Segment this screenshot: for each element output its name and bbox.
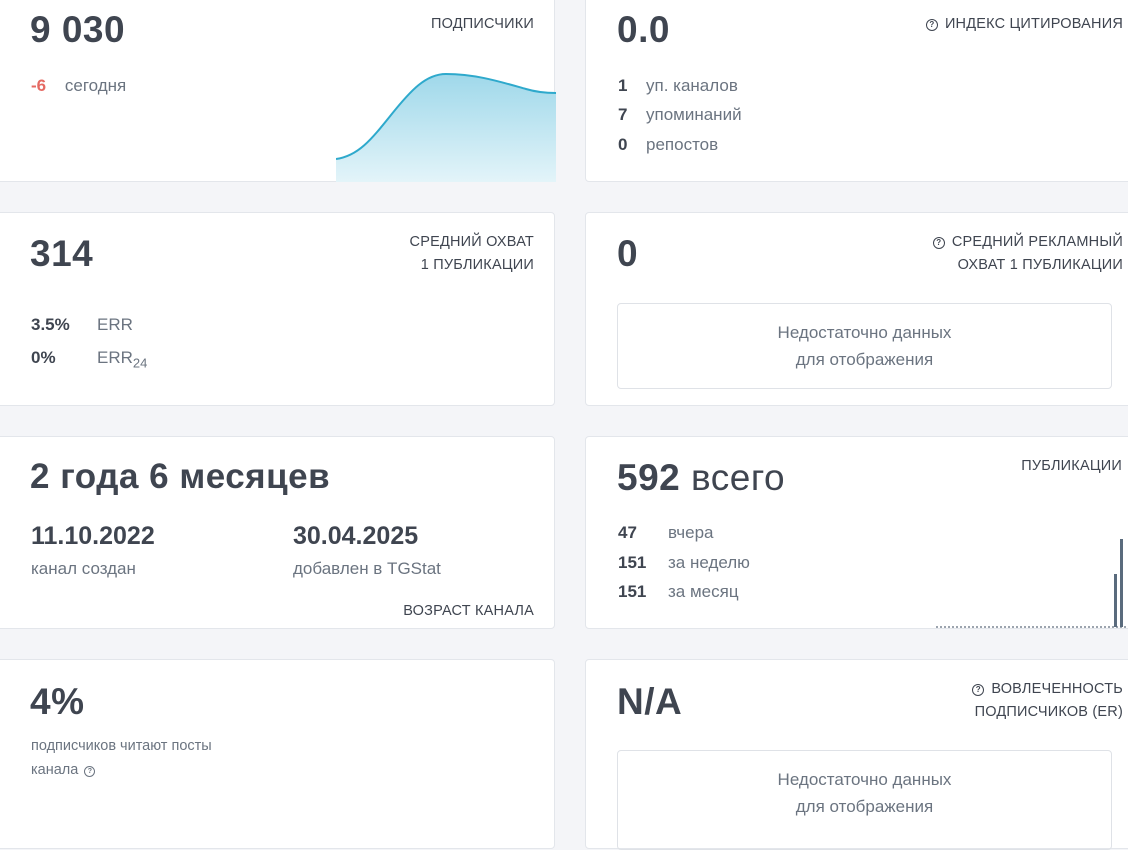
subscribers-delta-row: -6 сегодня <box>31 76 126 96</box>
reach-card[interactable]: 314 СРЕДНИЙ ОХВАТ 1 ПУБЛИКАЦИИ 3.5% ERR 0%… <box>0 212 555 406</box>
reach-err24-row: 0% ERR24 <box>31 348 148 371</box>
publications-card[interactable]: 592 всего ПУБЛИКАЦИИ 47 вчера 151 за недел… <box>585 436 1128 629</box>
bar-chart-bar <box>1114 574 1117 627</box>
publications-value: 592 всего <box>617 457 786 498</box>
publications-row-month: 151 за месяц <box>618 582 739 601</box>
bar-chart-bar <box>1120 539 1123 627</box>
citation-value: 0.0 <box>617 9 670 50</box>
readers-description: подписчиков читают посты канала? <box>31 738 212 778</box>
added-label: добавлен в TGStat <box>293 559 441 578</box>
created-label: канал создан <box>31 559 136 578</box>
publications-row-yesterday: 47 вчера <box>618 523 714 542</box>
added-date: 30.04.2025 <box>293 522 419 550</box>
subscribers-sparkline <box>336 72 556 182</box>
citation-label: ? ИНДЕКС ЦИТИРОВАНИЯ <box>906 13 1123 36</box>
citation-card[interactable]: 0.0 ? ИНДЕКС ЦИТИРОВАНИЯ 1 уп. каналов 7 уп… <box>585 0 1128 182</box>
question-circle-icon[interactable]: ? <box>925 19 938 31</box>
engagement-value: N/A <box>617 681 683 722</box>
citation-row-channels: 1 уп. каналов <box>618 76 738 95</box>
age-label: ВОЗРАСТ КАНАЛА <box>403 603 534 619</box>
citation-row-mentions: 7 упоминаний <box>618 105 742 124</box>
engagement-card[interactable]: N/A ? ВОВЛЕЧЕННОСТЬ ПОДПИСЧИКОВ (ER) Недос… <box>585 659 1128 850</box>
age-card[interactable]: 2 года 6 месяцев 11.10.2022 канал создан… <box>0 436 555 629</box>
question-circle-icon[interactable]: ? <box>972 684 985 696</box>
publications-label: ПУБЛИКАЦИИ <box>1021 458 1122 474</box>
reach-label: СРЕДНИЙ ОХВАТ 1 ПУБЛИКАЦИИ <box>409 234 534 273</box>
readers-card[interactable]: 4% подписчиков читают посты канала? <box>0 659 555 849</box>
subscribers-card[interactable]: 9 030 ПОДПИСЧИКИ -6 сегодня <box>0 0 556 182</box>
engagement-label: ? ВОВЛЕЧЕННОСТЬ ПОДПИСЧИКОВ (ER) <box>886 678 1123 724</box>
reach-err-row: 3.5% ERR <box>31 315 133 334</box>
created-date: 11.10.2022 <box>31 522 155 550</box>
ad-reach-label: ? СРЕДНИЙ РЕКЛАМНЫЙ ОХВАТ 1 ПУБЛИКАЦИИ <box>866 231 1123 277</box>
publications-bar-chart <box>936 539 1126 628</box>
readers-value: 4% <box>30 681 85 722</box>
citation-row-reposts: 0 репостов <box>618 135 719 154</box>
sparkline-area <box>336 74 556 182</box>
ad-reach-value: 0 <box>617 233 639 274</box>
age-value: 2 года 6 месяцев <box>30 457 331 496</box>
ad-reach-card[interactable]: 0 ? СРЕДНИЙ РЕКЛАМНЫЙ ОХВАТ 1 ПУБЛИКАЦИИ Н… <box>585 212 1128 406</box>
question-circle-icon[interactable]: ? <box>932 237 945 249</box>
subscribers-label: ПОДПИСЧИКИ <box>431 16 534 32</box>
ad-reach-nodata: Недостаточно данных для отображения <box>617 303 1112 389</box>
publications-row-week: 151 за неделю <box>618 553 750 572</box>
subscribers-value: 9 030 <box>30 9 126 50</box>
question-circle-icon[interactable]: ? <box>84 766 96 777</box>
engagement-nodata: Недостаточно данных для отображения <box>617 750 1112 850</box>
subscribers-delta: -6 <box>31 76 47 95</box>
subscribers-delta-label: сегодня <box>64 76 127 95</box>
reach-value: 314 <box>30 233 94 274</box>
